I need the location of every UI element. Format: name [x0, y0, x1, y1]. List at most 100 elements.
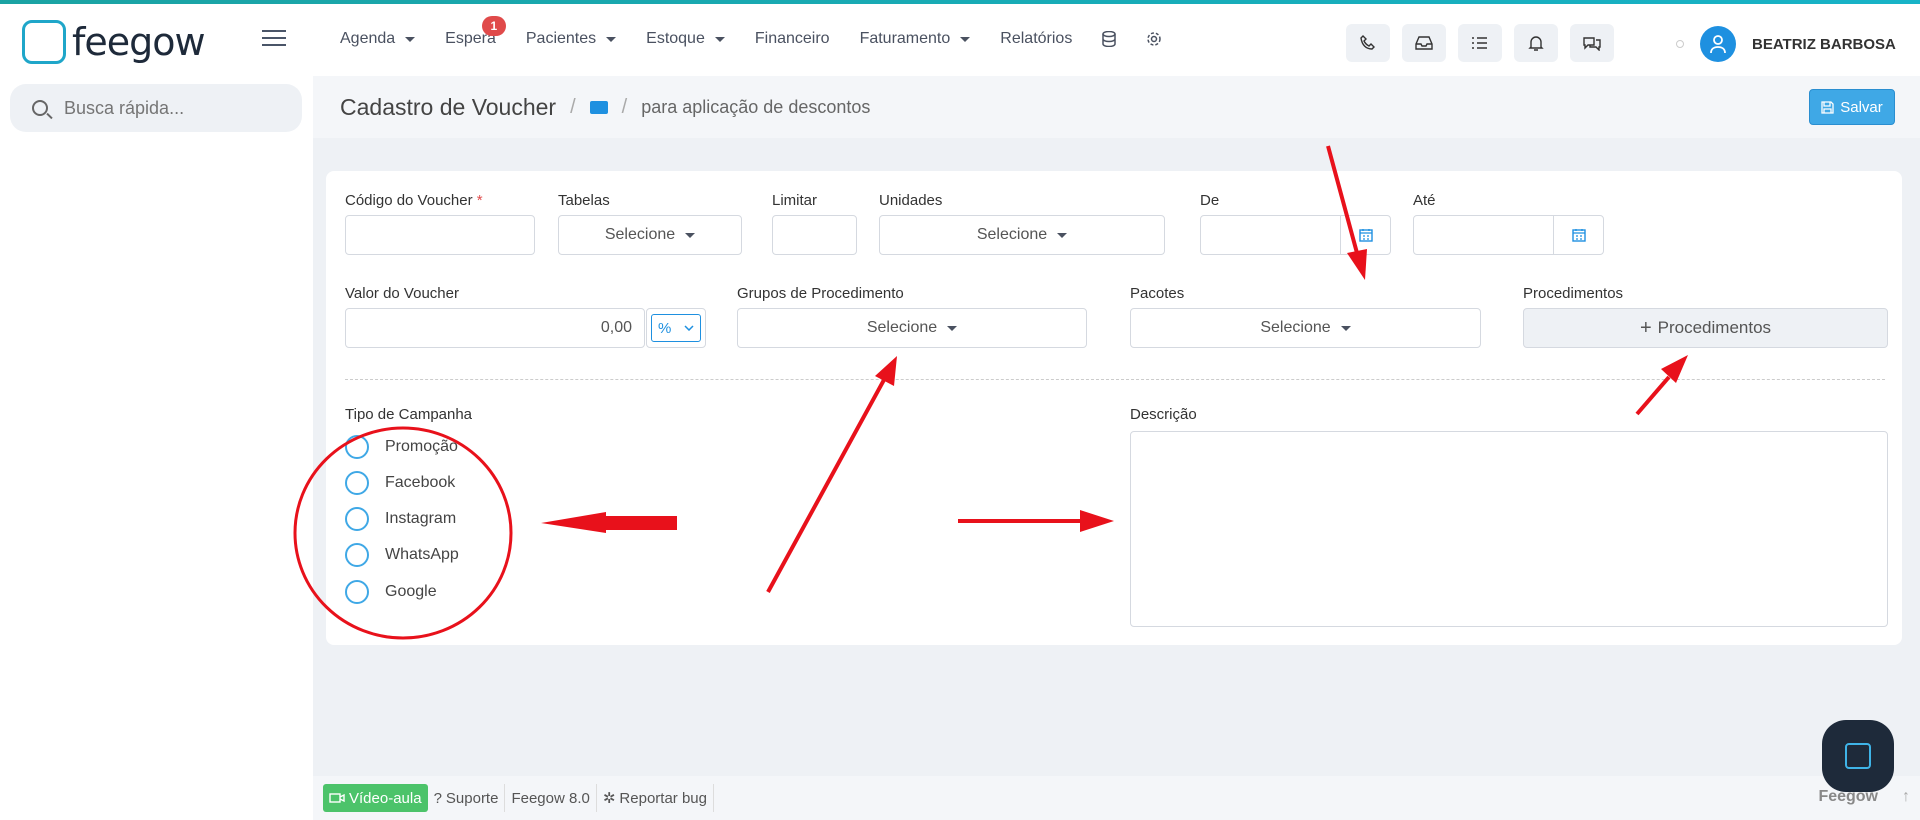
- codigo-input[interactable]: [345, 215, 535, 255]
- search-input[interactable]: [62, 96, 282, 120]
- unidades-value: Selecione: [976, 226, 1048, 243]
- menu-financeiro[interactable]: Financeiro: [755, 30, 830, 48]
- radio-facebook[interactable]: Facebook: [345, 471, 455, 495]
- video-aula-button[interactable]: Vídeo-aula: [323, 784, 428, 812]
- arrow-up-icon[interactable]: ↑: [1902, 788, 1910, 806]
- radio-button[interactable]: [345, 435, 369, 459]
- grupos-value: Selecione: [866, 319, 938, 336]
- grupos-label: Grupos de Procedimento: [737, 285, 904, 302]
- inbox-icon[interactable]: [1402, 24, 1446, 62]
- radio-label: Promoção: [385, 438, 458, 455]
- radio-instagram[interactable]: Instagram: [345, 507, 456, 531]
- menu-faturamento[interactable]: Faturamento: [860, 30, 971, 48]
- unidades-label: Unidades: [879, 192, 943, 209]
- tabelas-select[interactable]: Selecione: [558, 215, 742, 255]
- sidebar: [0, 76, 313, 820]
- radio-button[interactable]: [345, 580, 369, 604]
- phone-icon[interactable]: [1346, 24, 1390, 62]
- radio-promocao[interactable]: Promoção: [345, 435, 458, 459]
- form-divider: [345, 379, 1885, 380]
- menu-espera[interactable]: Espera 1: [445, 16, 506, 48]
- limitar-input[interactable]: [772, 215, 857, 255]
- chevron-down-icon: [606, 36, 617, 42]
- required-mark: *: [476, 192, 483, 209]
- valor-label: Valor do Voucher: [345, 285, 459, 302]
- database-icon[interactable]: [1102, 30, 1117, 48]
- bug-icon: ✲: [602, 790, 616, 807]
- radio-button[interactable]: [345, 507, 369, 531]
- plus-icon: +: [1639, 316, 1652, 339]
- radio-button[interactable]: [345, 471, 369, 495]
- breadcrumb-separator: /: [570, 95, 576, 118]
- gear-icon[interactable]: [1146, 30, 1162, 48]
- radio-whatsapp[interactable]: WhatsApp: [345, 543, 459, 567]
- chat-icon[interactable]: [1570, 24, 1614, 62]
- unidades-select[interactable]: Selecione: [879, 215, 1165, 255]
- top-navbar: feegow Agenda Espera 1 Pacientes Estoque …: [0, 4, 1920, 76]
- video-aula-label: Vídeo-aula: [349, 789, 422, 807]
- valor-unit-value: %: [658, 319, 672, 337]
- radio-label: WhatsApp: [385, 546, 459, 563]
- menu-estoque-label: Estoque: [646, 30, 705, 47]
- de-date-input[interactable]: [1200, 215, 1391, 255]
- user-name: BEATRIZ BARBOSA: [1752, 35, 1896, 53]
- footer-bar: Vídeo-aula ? Suporte Feegow 8.0 ✲ Reportar…: [313, 776, 1920, 820]
- caret-down-icon: [947, 325, 958, 331]
- codigo-label: Código do Voucher *: [345, 192, 483, 209]
- pacotes-label: Pacotes: [1130, 285, 1185, 302]
- grupos-select[interactable]: Selecione: [737, 308, 1087, 348]
- main-menu: Agenda Espera 1 Pacientes Estoque Finance…: [340, 16, 1162, 48]
- ate-date-input[interactable]: [1413, 215, 1604, 255]
- descricao-textarea[interactable]: [1130, 431, 1888, 627]
- radio-label: Instagram: [385, 510, 457, 527]
- calendar-icon[interactable]: [1553, 216, 1603, 254]
- ate-label: Até: [1413, 192, 1436, 209]
- hamburger-menu-icon[interactable]: [262, 30, 286, 48]
- floppy-icon: [1821, 100, 1834, 114]
- tabelas-value: Selecione: [604, 226, 676, 243]
- floating-help-button[interactable]: [1822, 720, 1894, 792]
- avatar: [1700, 26, 1736, 62]
- menu-faturamento-label: Faturamento: [859, 30, 951, 47]
- de-label: De: [1200, 192, 1220, 209]
- pacotes-select[interactable]: Selecione: [1130, 308, 1481, 348]
- bell-icon[interactable]: [1514, 24, 1558, 62]
- menu-estoque[interactable]: Estoque: [646, 30, 725, 48]
- status-dot-icon: [1676, 40, 1684, 48]
- reportar-bug-button[interactable]: ✲ Reportar bug: [597, 784, 714, 812]
- page-header: Cadastro de Voucher / / para aplicação d…: [313, 76, 1920, 138]
- calendar-icon[interactable]: [1340, 216, 1390, 254]
- espera-count-badge: 1: [481, 16, 506, 36]
- radio-label: Facebook: [385, 474, 456, 491]
- pacotes-value: Selecione: [1260, 319, 1331, 336]
- video-camera-icon: [329, 793, 345, 803]
- main-content: Cadastro de Voucher / / para aplicação d…: [313, 76, 1920, 820]
- menu-agenda[interactable]: Agenda: [340, 30, 416, 48]
- radio-google[interactable]: Google: [345, 580, 437, 604]
- suporte-button[interactable]: ? Suporte: [428, 784, 506, 812]
- checklist-icon[interactable]: [1458, 24, 1502, 62]
- save-button[interactable]: Salvar: [1809, 89, 1895, 125]
- limitar-label: Limitar: [772, 192, 818, 209]
- radio-button[interactable]: [345, 543, 369, 567]
- voucher-form-card: Código do Voucher * Tabelas Selecione Li…: [326, 171, 1902, 645]
- add-procedimentos-button[interactable]: + Procedimentos: [1523, 308, 1888, 348]
- bug-label: Reportar bug: [619, 789, 707, 807]
- search-icon: [32, 100, 48, 116]
- chevron-down-icon: [684, 325, 694, 331]
- menu-relatorios[interactable]: Relatórios: [1000, 30, 1072, 48]
- user-menu[interactable]: BEATRIZ BARBOSA: [1676, 26, 1896, 62]
- caret-down-icon: [1057, 232, 1068, 238]
- quick-search[interactable]: [10, 84, 302, 132]
- valor-input[interactable]: 0,00: [345, 308, 645, 348]
- feegow-logo[interactable]: feegow: [22, 20, 206, 64]
- page-title: Cadastro de Voucher: [340, 93, 557, 120]
- menu-pacientes[interactable]: Pacientes: [526, 30, 617, 48]
- nav-icon-buttons: [1346, 24, 1614, 62]
- radio-label: Google: [385, 583, 437, 600]
- valor-unit-select[interactable]: %: [651, 314, 701, 342]
- menu-relatorios-label: Relatórios: [1000, 30, 1073, 47]
- chevron-down-icon: [960, 36, 971, 42]
- descricao-label: Descrição: [1130, 406, 1197, 423]
- chevron-down-icon: [405, 36, 416, 42]
